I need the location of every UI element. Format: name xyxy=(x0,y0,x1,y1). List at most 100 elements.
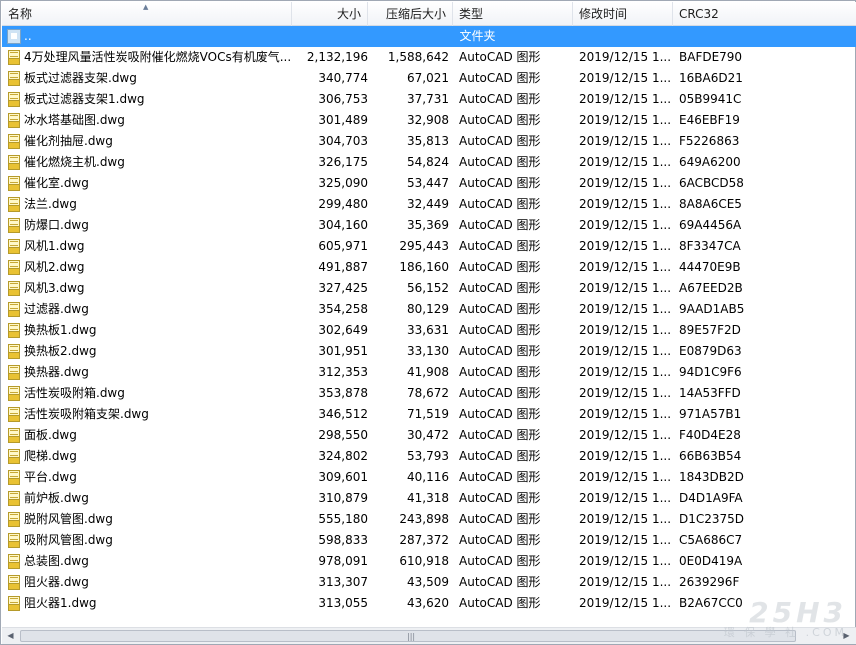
file-name: 板式过滤器支架.dwg xyxy=(24,71,137,85)
dwg-file-icon xyxy=(7,512,21,527)
file-name: 风机2.dwg xyxy=(24,260,85,274)
file-crc32: 9AAD1AB5 xyxy=(679,302,745,316)
file-row[interactable]: 脱附风管图.dwg 555,180 243,898 AutoCAD 图形 2019/12… xyxy=(2,509,856,530)
file-row[interactable]: 换热板1.dwg 302,649 33,631 AutoCAD 图形 2019/12/1… xyxy=(2,320,856,341)
file-crc32: 69A4456A xyxy=(679,218,742,232)
file-name: 面板.dwg xyxy=(24,428,77,442)
file-modified: 2019/12/15 1... xyxy=(579,134,671,148)
column-header-type[interactable]: 类型 xyxy=(453,2,573,26)
file-row[interactable]: 4万处理风量活性炭吸附催化燃烧VOCs有机废气... 2,132,196 1,588… xyxy=(2,47,856,68)
parent-folder-type-label: 文件夹 xyxy=(459,29,496,43)
file-row[interactable]: 活性炭吸附箱支架.dwg 346,512 71,519 AutoCAD 图形 2019/… xyxy=(2,404,856,425)
file-row[interactable]: 活性炭吸附箱.dwg 353,878 78,672 AutoCAD 图形 2019/12… xyxy=(2,383,856,404)
column-header-crc32[interactable]: CRC32 xyxy=(673,2,856,26)
file-packed-size: 32,908 xyxy=(407,113,449,127)
file-row[interactable]: 面板.dwg 298,550 30,472 AutoCAD 图形 2019/12/15 … xyxy=(2,425,856,446)
file-size: 326,175 xyxy=(318,155,368,169)
file-packed-size: 35,369 xyxy=(407,218,449,232)
file-crc32: BAFDE790 xyxy=(679,50,743,64)
file-size: 301,951 xyxy=(318,344,368,358)
file-type: AutoCAD 图形 xyxy=(459,344,541,358)
file-type: AutoCAD 图形 xyxy=(459,575,541,589)
file-modified: 2019/12/15 1... xyxy=(579,470,671,484)
file-row[interactable]: 催化燃烧主机.dwg 326,175 54,824 AutoCAD 图形 2019/12… xyxy=(2,152,856,173)
file-row[interactable]: 催化室.dwg 325,090 53,447 AutoCAD 图形 2019/12/15… xyxy=(2,173,856,194)
file-modified: 2019/12/15 1... xyxy=(579,428,671,442)
column-header-name[interactable]: 名称 ▲ xyxy=(2,2,292,26)
file-name: 过滤器.dwg xyxy=(24,302,89,316)
file-row[interactable]: 爬梯.dwg 324,802 53,793 AutoCAD 图形 2019/12/15 … xyxy=(2,446,856,467)
column-header-name-label: 名称 xyxy=(8,7,33,21)
file-size: 313,055 xyxy=(318,596,368,610)
dwg-file-icon xyxy=(7,491,21,506)
file-row[interactable]: 阻火器1.dwg 313,055 43,620 AutoCAD 图形 2019/12/1… xyxy=(2,593,856,614)
file-crc32: F5226863 xyxy=(679,134,740,148)
file-row[interactable]: 风机1.dwg 605,971 295,443 AutoCAD 图形 2019/12/1… xyxy=(2,236,856,257)
file-name: 活性炭吸附箱支架.dwg xyxy=(24,407,149,421)
file-row[interactable]: 风机3.dwg 327,425 56,152 AutoCAD 图形 2019/12/15… xyxy=(2,278,856,299)
file-modified: 2019/12/15 1... xyxy=(579,596,671,610)
file-size: 2,132,196 xyxy=(306,50,368,64)
dwg-file-icon xyxy=(7,218,21,233)
file-size: 298,550 xyxy=(318,428,368,442)
file-row[interactable]: 换热器.dwg 312,353 41,908 AutoCAD 图形 2019/12/15… xyxy=(2,362,856,383)
file-row[interactable]: 前炉板.dwg 310,879 41,318 AutoCAD 图形 2019/12/15… xyxy=(2,488,856,509)
file-crc32: 16BA6D21 xyxy=(679,71,743,85)
file-modified: 2019/12/15 1... xyxy=(579,155,671,169)
file-name: 催化室.dwg xyxy=(24,176,89,190)
file-row[interactable]: 吸附风管图.dwg 598,833 287,372 AutoCAD 图形 2019/12… xyxy=(2,530,856,551)
file-packed-size: 53,447 xyxy=(407,176,449,190)
file-row[interactable]: 冰水塔基础图.dwg 301,489 32,908 AutoCAD 图形 2019/12… xyxy=(2,110,856,131)
file-type: AutoCAD 图形 xyxy=(459,155,541,169)
dwg-file-icon xyxy=(7,50,21,65)
file-row[interactable]: 过滤器.dwg 354,258 80,129 AutoCAD 图形 2019/12/15… xyxy=(2,299,856,320)
file-size: 310,879 xyxy=(318,491,368,505)
file-size: 978,091 xyxy=(318,554,368,568)
file-name: 爬梯.dwg xyxy=(24,449,77,463)
file-crc32: 0E0D419A xyxy=(679,554,743,568)
file-modified: 2019/12/15 1... xyxy=(579,386,671,400)
file-modified: 2019/12/15 1... xyxy=(579,323,671,337)
file-row[interactable]: 总装图.dwg 978,091 610,918 AutoCAD 图形 2019/12/1… xyxy=(2,551,856,572)
dwg-file-icon xyxy=(7,449,21,464)
file-size: 598,833 xyxy=(318,533,368,547)
scrollbar-thumb[interactable]: ||| xyxy=(20,630,796,642)
column-header-modified[interactable]: 修改时间 xyxy=(573,2,673,26)
file-row[interactable]: 法兰.dwg 299,480 32,449 AutoCAD 图形 2019/12/15 … xyxy=(2,194,856,215)
file-crc32: 14A53FFD xyxy=(679,386,741,400)
file-name: 平台.dwg xyxy=(24,470,77,484)
file-type: AutoCAD 图形 xyxy=(459,386,541,400)
file-name: 阻火器.dwg xyxy=(24,575,89,589)
file-row[interactable]: 阻火器.dwg 313,307 43,509 AutoCAD 图形 2019/12/15… xyxy=(2,572,856,593)
scroll-right-arrow-icon[interactable]: ▶ xyxy=(838,629,855,643)
file-packed-size: 33,631 xyxy=(407,323,449,337)
file-row[interactable]: 催化剂抽屉.dwg 304,703 35,813 AutoCAD 图形 2019/12/… xyxy=(2,131,856,152)
horizontal-scrollbar[interactable]: ◀ ||| ▶ xyxy=(2,627,856,644)
file-type: AutoCAD 图形 xyxy=(459,596,541,610)
file-type: AutoCAD 图形 xyxy=(459,197,541,211)
file-row[interactable]: 风机2.dwg 491,887 186,160 AutoCAD 图形 2019/12/1… xyxy=(2,257,856,278)
file-name: 风机1.dwg xyxy=(24,239,85,253)
file-name: 吸附风管图.dwg xyxy=(24,533,113,547)
file-crc32: A67EED2B xyxy=(679,281,743,295)
column-header-size[interactable]: 大小 xyxy=(292,2,368,26)
file-row[interactable]: 平台.dwg 309,601 40,116 AutoCAD 图形 2019/12/15 … xyxy=(2,467,856,488)
scrollbar-grip-icon: ||| xyxy=(407,632,416,641)
scroll-left-arrow-icon[interactable]: ◀ xyxy=(2,629,19,643)
file-packed-size: 287,372 xyxy=(399,533,449,547)
file-packed-size: 35,813 xyxy=(407,134,449,148)
file-row[interactable]: 板式过滤器支架1.dwg 306,753 37,731 AutoCAD 图形 2019/… xyxy=(2,89,856,110)
column-header-packed-size[interactable]: 压缩后大小 xyxy=(368,2,453,26)
dwg-file-icon xyxy=(7,239,21,254)
file-row[interactable]: 换热板2.dwg 301,951 33,130 AutoCAD 图形 2019/12/1… xyxy=(2,341,856,362)
file-row[interactable]: 板式过滤器支架.dwg 340,774 67,021 AutoCAD 图形 2019/1… xyxy=(2,68,856,89)
file-name: 4万处理风量活性炭吸附催化燃烧VOCs有机废气... xyxy=(24,50,292,64)
file-crc32: 05B9941C xyxy=(679,92,742,106)
file-name: 换热板1.dwg xyxy=(24,323,97,337)
file-name: 防爆口.dwg xyxy=(24,218,89,232)
dwg-file-icon xyxy=(7,323,21,338)
file-type: AutoCAD 图形 xyxy=(459,50,541,64)
file-size: 327,425 xyxy=(318,281,368,295)
parent-folder-row[interactable]: .. 文件夹 xyxy=(2,26,856,47)
file-row[interactable]: 防爆口.dwg 304,160 35,369 AutoCAD 图形 2019/12/15… xyxy=(2,215,856,236)
